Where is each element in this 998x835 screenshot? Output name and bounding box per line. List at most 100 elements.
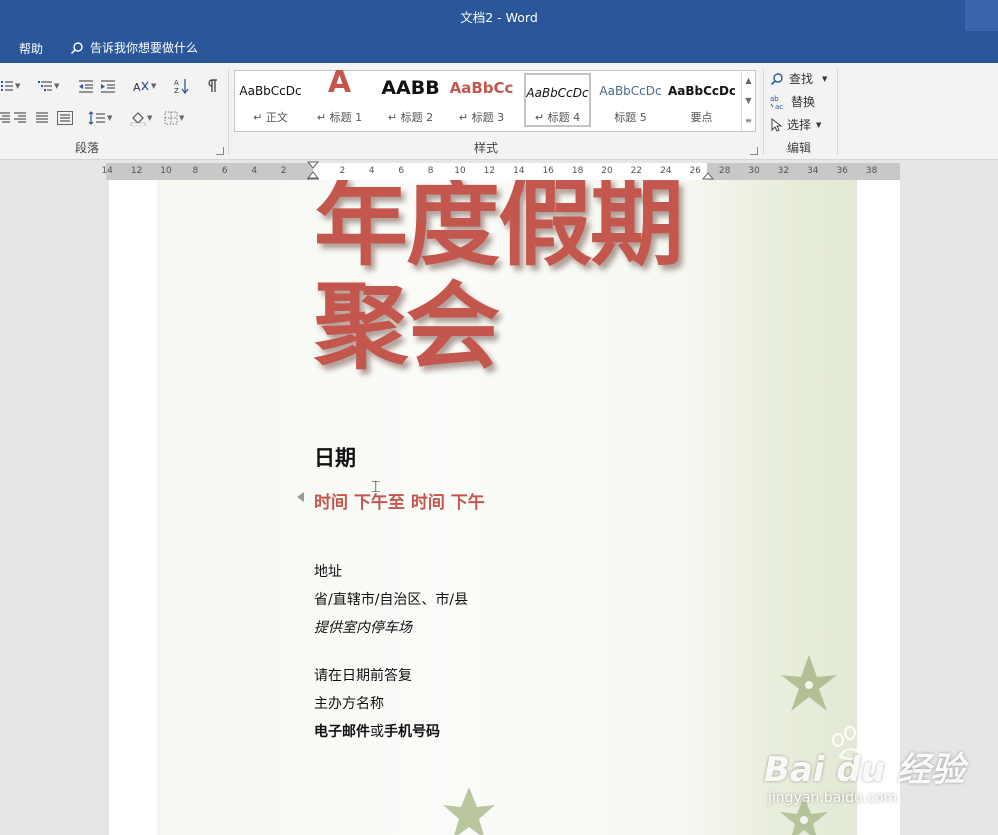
ruler-tick: 28	[718, 166, 731, 176]
parking-note[interactable]: 提供室内停车场	[314, 617, 412, 637]
style-heading-2[interactable]: AABB ↵ 标题 2	[377, 73, 444, 127]
align-center-button[interactable]	[0, 109, 10, 127]
ruler-tick: 2	[280, 166, 287, 176]
ruler-tick: 10	[160, 166, 172, 176]
ruler-tick: 14	[513, 166, 525, 176]
asian-layout-button[interactable]: A ▼	[132, 77, 156, 95]
contact-or: 或	[370, 724, 384, 740]
right-indent-marker-icon[interactable]	[702, 171, 714, 180]
align-right-icon	[14, 112, 26, 123]
title-bar-corner	[965, 0, 998, 31]
paint-bucket-icon	[130, 112, 146, 126]
style-heading-3[interactable]: AaBbCc ↵ 标题 3	[448, 73, 515, 127]
style-heading-1[interactable]: A ↵ 标题 1	[306, 65, 373, 127]
multilevel-list-button[interactable]: ▼	[37, 77, 59, 95]
justify-icon	[36, 112, 48, 123]
style-label: ↵ 标题 2	[387, 111, 434, 124]
justify-button[interactable]	[35, 109, 49, 127]
replace-button[interactable]: ab ac 替换	[770, 93, 815, 110]
horizontal-ruler[interactable]: 14 12 10 8 6 4 2 2 4 6 8 10 12 14 16 18 20 22 24 26 28 30 32 34…	[101, 161, 900, 186]
replace-label: 替换	[791, 95, 816, 109]
chevron-down-icon: ▼	[822, 74, 828, 83]
style-normal[interactable]: AaBbCcDc ↵ 正文	[237, 73, 304, 127]
time-line[interactable]: 时间 下午至 时间 下午	[314, 488, 485, 513]
gallery-more-icon[interactable]: ≡	[742, 111, 755, 131]
select-button[interactable]: 选择 ▼	[770, 116, 821, 133]
rsvp-line[interactable]: 请在日期前答复	[314, 665, 412, 685]
borders-button[interactable]: ▼	[164, 109, 184, 127]
distributed-button[interactable]	[57, 109, 73, 127]
address-line[interactable]: 省/直辖市/自治区、市/县	[314, 589, 468, 609]
ribbon-tab-bar: 帮助 告诉我你想要做什么	[0, 31, 998, 63]
tell-me-label: 告诉我你想要做什么	[90, 41, 199, 55]
find-button[interactable]: 查找 ▼	[770, 70, 827, 87]
search-icon	[770, 72, 783, 85]
organizer-line[interactable]: 主办方名称	[314, 693, 384, 713]
shading-button[interactable]: ▼	[130, 109, 152, 127]
style-label: ↵ 标题 3	[458, 111, 505, 124]
gallery-down-icon[interactable]: ▼	[742, 91, 755, 111]
ruler-tick: 24	[660, 166, 672, 176]
ruler-tick: 18	[571, 166, 584, 176]
styles-gallery: AaBbCcDc ↵ 正文 A ↵ 标题 1 AABB ↵ 标题 2 AaBbC…	[234, 65, 756, 132]
ribbon: ▼ ▼ A ▼ AZ ▼ ▼ ▼ 段落 AaBbCcDc ↵ 正文 A ↵ 标题…	[0, 63, 998, 160]
style-heading-4[interactable]: AaBbCcDc ↵ 标题 4	[524, 73, 591, 127]
ruler-tick: 34	[807, 166, 819, 176]
gallery-up-icon[interactable]: ▲	[742, 71, 755, 91]
leaf-decoration-icon	[781, 655, 837, 711]
align-right-button[interactable]	[13, 109, 27, 127]
ruler-tick: 4	[251, 166, 258, 176]
invitation-title-line-1[interactable]: 年度假期	[314, 180, 684, 275]
svg-text:ab: ab	[770, 95, 779, 103]
find-label: 查找	[789, 72, 814, 86]
watermark-brand: Bai du 经验	[764, 750, 965, 790]
text-cursor-icon: ⌶	[371, 477, 381, 496]
title-bar: 文档2 - Word	[0, 0, 998, 31]
group-label-editing: 编辑	[787, 141, 812, 155]
decrease-indent-icon	[79, 80, 93, 93]
ruler-tick: 32	[777, 166, 790, 176]
invitation-title-line-2[interactable]: 聚会	[314, 278, 500, 378]
ruler-tick: 30	[748, 166, 760, 176]
show-formatting-button[interactable]	[206, 77, 218, 95]
contact-phone: 手机号码	[384, 724, 440, 740]
style-preview: AaBbCcDc	[599, 84, 662, 98]
style-label: 标题 5	[614, 111, 647, 124]
svg-text:A: A	[133, 81, 141, 93]
address-label[interactable]: 地址	[314, 561, 342, 581]
style-emphasis[interactable]: AaBbCcDc 要点	[668, 73, 735, 127]
group-label-paragraph: 段落	[75, 141, 100, 155]
sort-button[interactable]: AZ	[174, 77, 190, 95]
styles-gallery-scroll: ▲ ▼ ≡	[741, 71, 755, 131]
style-label: 要点	[690, 111, 713, 124]
style-label: ↵ 标题 4	[534, 111, 581, 124]
style-preview: AaBbCcDc	[239, 84, 302, 98]
style-preview: AABB	[381, 77, 440, 99]
increase-indent-button[interactable]	[100, 77, 116, 95]
cursor-arrow-icon	[771, 117, 782, 132]
contact-email: 电子邮件	[314, 724, 370, 740]
tell-me-box[interactable]: 告诉我你想要做什么	[70, 39, 198, 56]
paragraph-dialog-launcher[interactable]	[216, 147, 224, 155]
show-formatting-icon	[208, 79, 217, 92]
svg-text:A: A	[174, 79, 179, 87]
decrease-indent-button[interactable]	[78, 77, 94, 95]
tab-help[interactable]: 帮助	[19, 40, 43, 57]
style-label: ↵ 正文	[253, 111, 288, 124]
group-label-styles: 样式	[474, 141, 499, 155]
ruler-tick: 12	[483, 166, 496, 176]
line-spacing-icon	[88, 111, 105, 125]
style-heading-5[interactable]: AaBbCcDc 标题 5	[597, 73, 664, 127]
line-spacing-button[interactable]: ▼	[88, 109, 112, 127]
group-separator	[763, 69, 764, 155]
watermark-url: jingyan.baidu.com	[768, 790, 898, 806]
group-separator	[837, 69, 838, 155]
styles-dialog-launcher[interactable]	[750, 147, 758, 155]
replace-icon: abac	[770, 95, 783, 110]
ruler-tick: 36	[836, 166, 848, 176]
distributed-icon	[57, 111, 73, 125]
ruler-tick: 8	[427, 166, 434, 176]
contact-line[interactable]: 电子邮件或手机号码	[314, 721, 440, 741]
numbering-button[interactable]: ▼	[0, 77, 20, 95]
date-heading[interactable]: 日期	[314, 442, 356, 472]
